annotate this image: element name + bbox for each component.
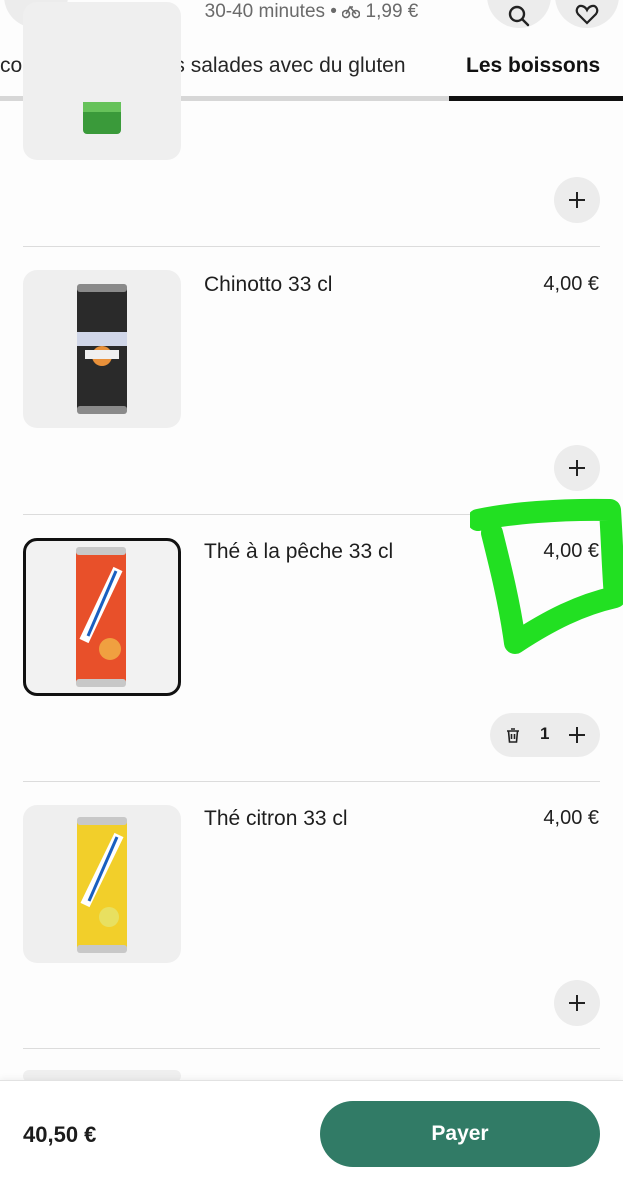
cart-total: 40,50 €	[23, 1122, 97, 1147]
search-icon	[508, 5, 530, 27]
delivery-fee: 1,99 €	[365, 1, 419, 22]
lemon-tea-can-image	[77, 817, 127, 953]
divider	[23, 781, 600, 782]
add-button[interactable]	[554, 980, 600, 1026]
product-image[interactable]	[23, 538, 181, 696]
peach-tea-can-image	[76, 547, 126, 687]
pay-button[interactable]: Payer	[320, 1101, 600, 1167]
product-name: Thé à la pêche 33 cl	[204, 540, 394, 563]
tab-salades-gluten[interactable]: Les salades avec du gluten	[151, 54, 406, 78]
plus-icon	[569, 460, 585, 476]
product-image[interactable]	[23, 805, 181, 963]
tab-boissons[interactable]: Les boissons	[466, 54, 600, 78]
product-price: 4,00 €	[543, 273, 599, 295]
product-name: Chinotto 33 cl	[204, 273, 333, 296]
quantity-value: 1	[540, 724, 550, 743]
product-image[interactable]	[23, 2, 181, 160]
highlight-annotation	[470, 498, 623, 654]
product-name: Thé citron 33 cl	[204, 807, 348, 830]
product-price: 4,00 €	[543, 807, 599, 829]
plus-icon	[569, 192, 585, 208]
active-tab-indicator	[449, 96, 623, 101]
add-button[interactable]	[554, 445, 600, 491]
plus-icon	[569, 995, 585, 1011]
divider	[23, 1048, 600, 1049]
product-image[interactable]	[23, 270, 181, 428]
plus-icon[interactable]	[568, 726, 586, 744]
green-can-image	[83, 102, 121, 134]
divider	[23, 246, 600, 247]
quantity-stepper: 1	[490, 713, 600, 757]
add-button[interactable]	[554, 177, 600, 223]
chinotto-can-image	[77, 284, 127, 414]
trash-icon[interactable]	[504, 726, 522, 744]
cart-footer: 40,50 € Payer	[0, 1080, 623, 1200]
bike-icon	[341, 5, 361, 19]
heart-icon	[575, 4, 599, 25]
delivery-time: 30-40 minutes •	[204, 1, 343, 22]
